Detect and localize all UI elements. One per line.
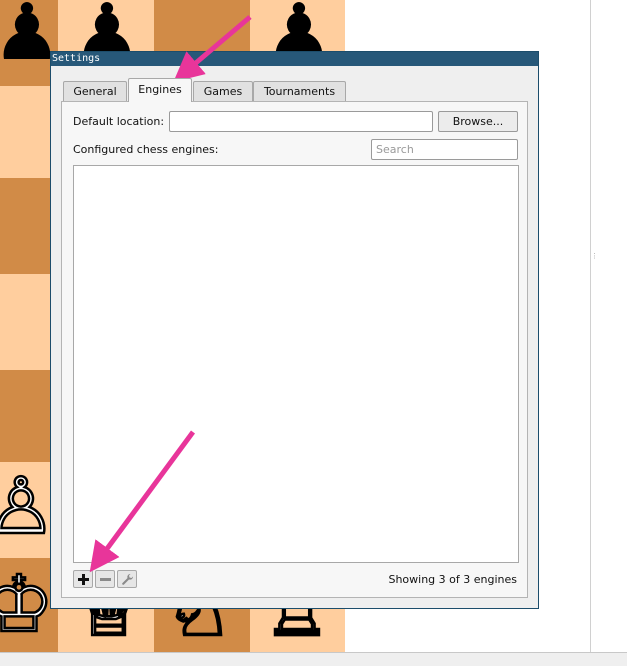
side-panel: ⋮ <box>590 0 627 652</box>
remove-engine-button[interactable] <box>95 570 115 588</box>
settings-dialog: Settings General Engines Games Tournamen… <box>50 51 539 609</box>
wrench-icon <box>122 573 134 585</box>
minus-icon <box>100 578 111 581</box>
add-engine-button[interactable] <box>73 570 93 588</box>
default-location-label: Default location: <box>73 115 165 128</box>
tab-engines[interactable]: Engines <box>128 78 192 102</box>
configured-engines-label: Configured chess engines: <box>73 143 219 156</box>
tab-games[interactable]: Games <box>193 81 253 101</box>
tab-general[interactable]: General <box>63 81 127 101</box>
tab-tournaments[interactable]: Tournaments <box>253 81 346 101</box>
engine-count-status: Showing 3 of 3 engines <box>388 573 517 586</box>
configure-engine-button[interactable] <box>117 570 137 588</box>
status-bar <box>0 652 627 666</box>
engine-list[interactable] <box>73 165 519 563</box>
browse-button[interactable]: Browse... <box>438 111 518 132</box>
default-location-input[interactable] <box>169 111 433 132</box>
engine-search-input[interactable] <box>371 139 518 160</box>
white-pawn-icon[interactable]: ♙ <box>0 467 57 548</box>
white-king-icon[interactable]: ♔ <box>0 565 55 646</box>
plus-icon <box>78 574 89 585</box>
dialog-title: Settings <box>51 52 538 66</box>
splitter-grip-icon[interactable]: ⋮ <box>591 252 598 260</box>
engines-panel: Default location: Browse... Configured c… <box>61 101 528 598</box>
